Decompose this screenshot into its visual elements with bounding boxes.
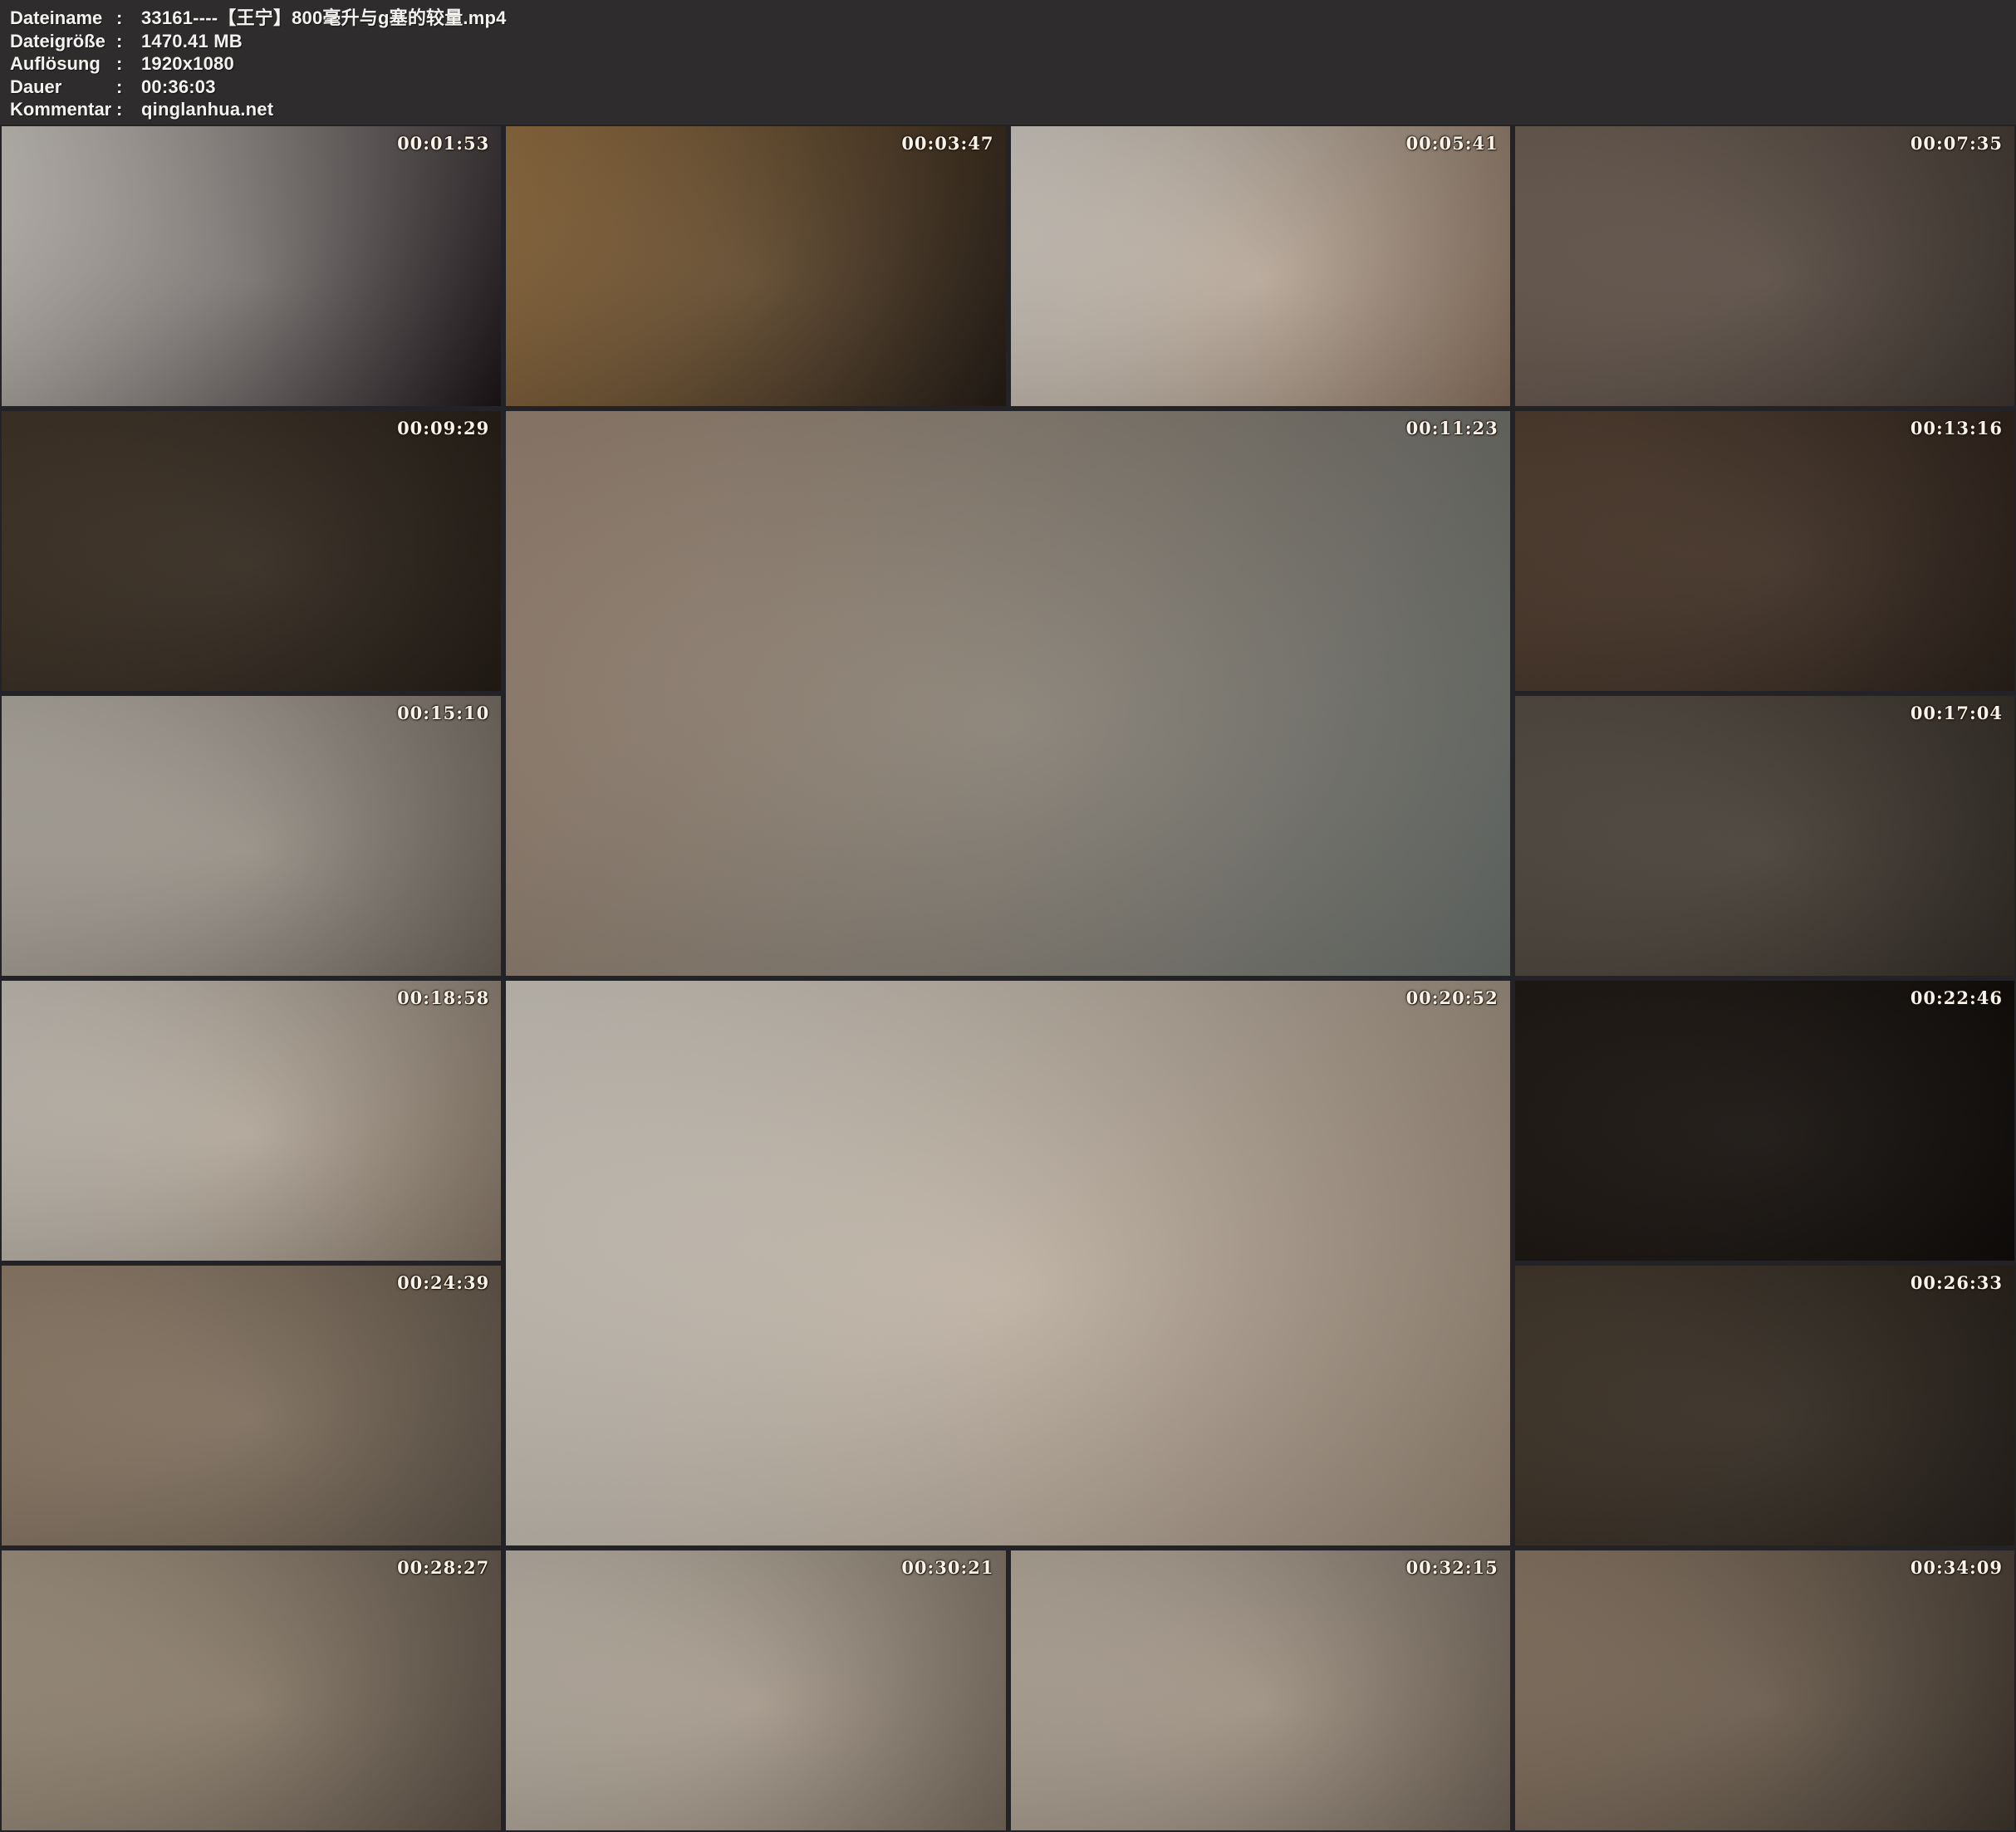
resolution-label: Auflösung [10, 52, 116, 76]
timestamp-overlay: 00:15:10 [397, 703, 489, 723]
metadata-row-duration: Dauer : 00:36:03 [10, 76, 2006, 99]
timestamp-overlay: 00:22:46 [1911, 987, 2003, 1008]
timestamp-overlay: 00:20:52 [1406, 987, 1499, 1008]
timestamp-overlay: 00:24:39 [397, 1272, 489, 1293]
thumbnail-image-placeholder [1011, 126, 1510, 406]
separator: : [116, 30, 141, 53]
filesize-value: 1470.41 MB [141, 30, 243, 53]
video-thumbnail[interactable]: 00:18:58 [2, 981, 501, 1261]
video-thumbnail[interactable]: 00:24:39 [2, 1266, 501, 1545]
video-thumbnail[interactable]: 00:13:16 [1515, 411, 2014, 691]
timestamp-overlay: 00:09:29 [397, 418, 489, 438]
video-thumbnail[interactable]: 00:17:04 [1515, 696, 2014, 976]
thumbnail-image-placeholder [1011, 1550, 1510, 1830]
video-thumbnail[interactable]: 00:32:15 [1011, 1550, 1510, 1830]
thumbnail-image-placeholder [506, 411, 1510, 976]
thumbnail-image-placeholder [2, 126, 501, 406]
thumbnail-grid: 00:01:53 00:03:47 00:05:41 00:07:35 00:0… [0, 125, 2016, 1832]
thumbnail-image-placeholder [2, 696, 501, 976]
filename-label: Dateiname [10, 7, 116, 30]
thumbnail-image-placeholder [506, 1550, 1005, 1830]
duration-label: Dauer [10, 76, 116, 99]
thumbnail-image-placeholder [1515, 696, 2014, 976]
file-metadata-header: Dateiname : 33161----【王宁】800毫升与g塞的较量.mp4… [0, 0, 2016, 125]
video-thumbnail[interactable]: 00:15:10 [2, 696, 501, 976]
video-thumbnail[interactable]: 00:03:47 [506, 126, 1005, 406]
comment-label: Kommentar [10, 98, 116, 121]
thumbnail-image-placeholder [2, 1266, 501, 1545]
separator: : [116, 7, 141, 30]
thumbnail-image-placeholder [1515, 981, 2014, 1261]
video-thumbnail[interactable]: 00:05:41 [1011, 126, 1510, 406]
filename-value: 33161----【王宁】800毫升与g塞的较量.mp4 [141, 7, 507, 30]
thumbnail-image-placeholder [1515, 126, 2014, 406]
timestamp-overlay: 00:30:21 [901, 1557, 993, 1578]
metadata-row-filename: Dateiname : 33161----【王宁】800毫升与g塞的较量.mp4 [10, 7, 2006, 30]
timestamp-overlay: 00:11:23 [1406, 418, 1499, 438]
video-thumbnail[interactable]: 00:30:21 [506, 1550, 1005, 1830]
timestamp-overlay: 00:18:58 [397, 987, 489, 1008]
separator: : [116, 52, 141, 76]
video-thumbnail[interactable]: 00:28:27 [2, 1550, 501, 1830]
duration-value: 00:36:03 [141, 76, 216, 99]
video-thumbnail[interactable]: 00:20:52 [506, 981, 1510, 1545]
timestamp-overlay: 00:28:27 [397, 1557, 489, 1578]
thumbnail-image-placeholder [2, 1550, 501, 1830]
thumbnail-image-placeholder [2, 411, 501, 691]
comment-value: qinglanhua.net [141, 98, 273, 121]
timestamp-overlay: 00:07:35 [1911, 133, 2003, 154]
filesize-label: Dateigröße [10, 30, 116, 53]
timestamp-overlay: 00:34:09 [1911, 1557, 2003, 1578]
video-thumbnail[interactable]: 00:34:09 [1515, 1550, 2014, 1830]
timestamp-overlay: 00:01:53 [397, 133, 489, 154]
video-thumbnail[interactable]: 00:01:53 [2, 126, 501, 406]
thumbnail-image-placeholder [2, 981, 501, 1261]
thumbnail-image-placeholder [1515, 411, 2014, 691]
thumbnail-image-placeholder [506, 126, 1005, 406]
timestamp-overlay: 00:05:41 [1406, 133, 1499, 154]
timestamp-overlay: 00:17:04 [1911, 703, 2003, 723]
video-thumbnail[interactable]: 00:07:35 [1515, 126, 2014, 406]
thumbnail-image-placeholder [1515, 1550, 2014, 1830]
separator: : [116, 76, 141, 99]
video-thumbnail[interactable]: 00:11:23 [506, 411, 1510, 976]
timestamp-overlay: 00:32:15 [1406, 1557, 1499, 1578]
metadata-row-resolution: Auflösung : 1920x1080 [10, 52, 2006, 76]
video-thumbnail[interactable]: 00:09:29 [2, 411, 501, 691]
metadata-row-filesize: Dateigröße : 1470.41 MB [10, 30, 2006, 53]
timestamp-overlay: 00:26:33 [1911, 1272, 2003, 1293]
video-thumbnail[interactable]: 00:26:33 [1515, 1266, 2014, 1545]
video-thumbnail[interactable]: 00:22:46 [1515, 981, 2014, 1261]
separator: : [116, 98, 141, 121]
metadata-row-comment: Kommentar : qinglanhua.net [10, 98, 2006, 121]
timestamp-overlay: 00:03:47 [901, 133, 993, 154]
resolution-value: 1920x1080 [141, 52, 234, 76]
thumbnail-image-placeholder [506, 981, 1510, 1545]
timestamp-overlay: 00:13:16 [1911, 418, 2003, 438]
thumbnail-image-placeholder [1515, 1266, 2014, 1545]
